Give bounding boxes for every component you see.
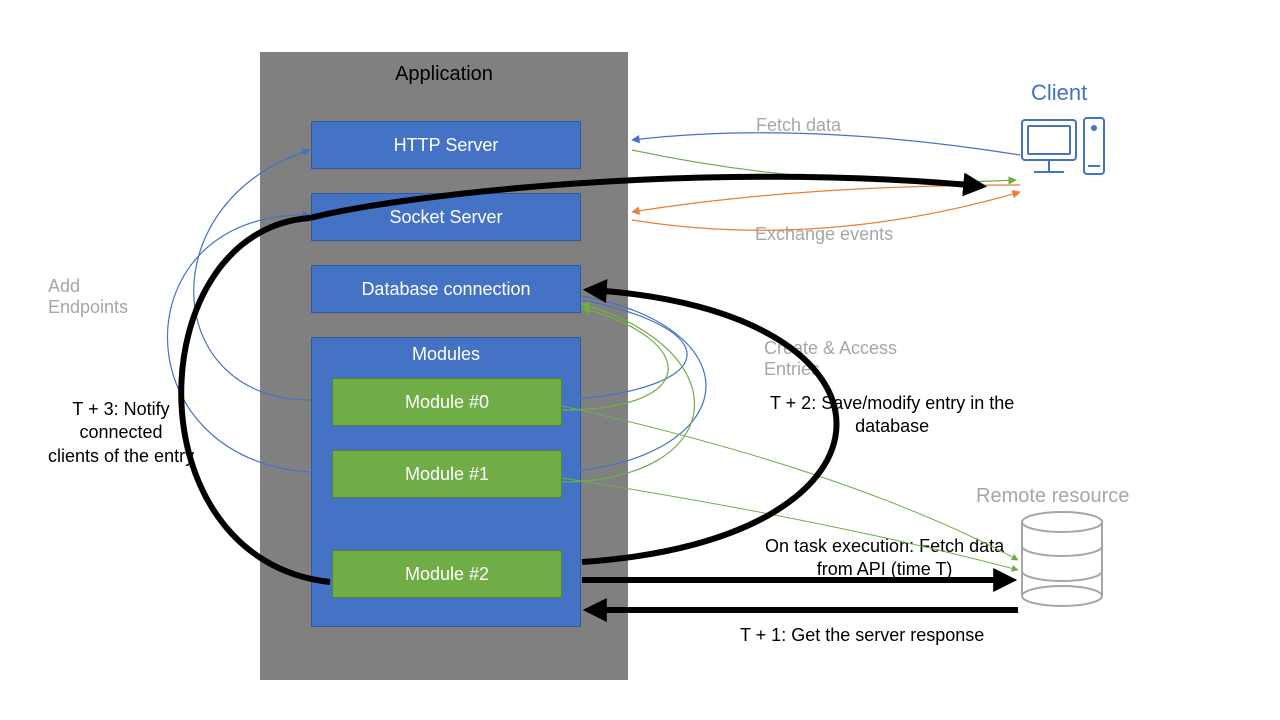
remote-resource-label: Remote resource <box>976 485 1129 508</box>
arrow-fetch-response <box>632 150 1016 182</box>
diagram-overlay <box>0 0 1280 720</box>
t2-label: T + 2: Save/modify entry in the database <box>770 392 1014 439</box>
application-title: Application <box>261 63 627 86</box>
exchange-events-label: Exchange events <box>755 224 893 245</box>
module-2-box: Module #2 <box>332 550 562 598</box>
add-endpoints-label: Add Endpoints <box>48 276 128 318</box>
t3-label: T + 3: Notify connected clients of the e… <box>48 398 194 468</box>
fetch-data-label: Fetch data <box>756 115 841 136</box>
database-connection-box: Database connection <box>311 265 581 313</box>
http-server-box: HTTP Server <box>311 121 581 169</box>
module-1-box: Module #1 <box>332 450 562 498</box>
create-access-label: Create & Access Entries <box>764 338 897 380</box>
client-icon <box>1022 118 1104 174</box>
on-task-label: On task execution: Fetch data from API (… <box>765 535 1004 582</box>
modules-title: Modules <box>312 344 580 365</box>
database-icon <box>1022 512 1102 606</box>
arrow-fetch-data <box>632 133 1020 155</box>
modules-container: Modules Module #0 Module #1 Module #2 <box>311 337 581 627</box>
socket-server-box: Socket Server <box>311 193 581 241</box>
arrow-exchange-out <box>632 185 1020 212</box>
t1-label: T + 1: Get the server response <box>740 624 984 647</box>
module-0-box: Module #0 <box>332 378 562 426</box>
client-label: Client <box>1031 80 1087 106</box>
application-container: Application HTTP Server Socket Server Da… <box>260 52 628 680</box>
